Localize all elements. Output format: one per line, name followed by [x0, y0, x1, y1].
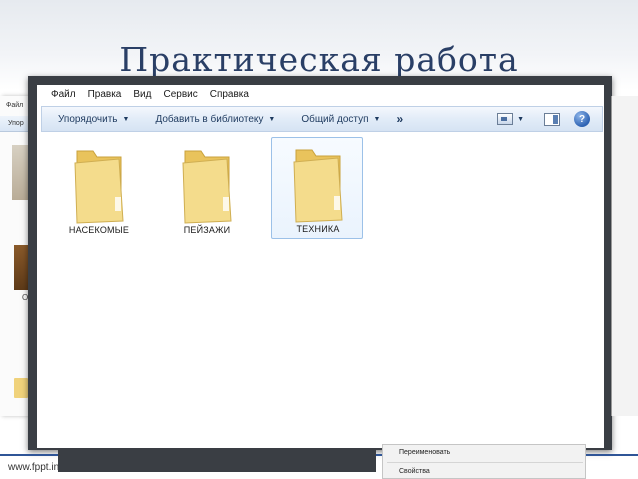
folder-icon: [182, 150, 232, 224]
background-thumbnail: [12, 145, 28, 200]
context-menu: Переименовать Свойства: [382, 444, 586, 479]
folder-item-technics[interactable]: ТЕХНИКА: [271, 137, 363, 239]
chevron-down-icon: ▼: [122, 115, 130, 123]
more-commands-button[interactable]: »: [396, 112, 403, 126]
menu-file[interactable]: Файл: [51, 89, 76, 101]
taskbar-fragment: [58, 450, 376, 472]
share-button[interactable]: Общий доступ ▼: [301, 114, 380, 125]
share-label: Общий доступ: [301, 113, 369, 125]
menu-view[interactable]: Вид: [133, 89, 151, 101]
help-icon[interactable]: ?: [574, 111, 590, 127]
organize-label: Упорядочить: [58, 113, 118, 125]
slide-footer-text: www.fppt.in: [8, 462, 60, 473]
background-window-edge: [611, 96, 638, 416]
slide-title: Практическая работа: [119, 40, 519, 79]
background-folder-icon: [14, 378, 28, 398]
folder-item-landscapes[interactable]: ПЕЙЗАЖИ: [161, 139, 253, 239]
chevron-down-icon[interactable]: ▼: [517, 116, 524, 123]
menu-edit[interactable]: Правка: [88, 89, 122, 101]
add-to-library-label: Добавить в библиотеку: [155, 113, 264, 125]
folder-item-insects[interactable]: НАСЕКОМЫЕ: [53, 139, 145, 239]
menu-tools[interactable]: Сервис: [163, 89, 197, 101]
view-icon[interactable]: [497, 113, 514, 125]
add-to-library-button[interactable]: Добавить в библиотеку ▼: [155, 114, 275, 125]
menu-bar: Файл Правка Вид Сервис Справка: [37, 85, 604, 105]
view-controls: ▼ ?: [497, 111, 590, 127]
folder-icon: [74, 150, 124, 224]
chevron-down-icon: ▼: [268, 115, 276, 123]
organize-button[interactable]: Упорядочить ▼: [58, 114, 129, 125]
folder-label: ТЕХНИКА: [296, 224, 340, 234]
folder-label: ПЕЙЗАЖИ: [183, 225, 231, 235]
context-menu-rename[interactable]: Переименовать: [399, 449, 450, 456]
command-bar: Упорядочить ▼ Добавить в библиотеку ▼ Об…: [41, 106, 603, 132]
chevron-down-icon: ▼: [373, 115, 381, 123]
folder-icon: [293, 149, 343, 223]
context-menu-properties[interactable]: Свойства: [399, 468, 430, 475]
preview-pane-icon[interactable]: [544, 112, 560, 126]
context-menu-separator: [387, 462, 583, 463]
explorer-window: Файл Правка Вид Сервис Справка Упорядочи…: [37, 85, 604, 448]
file-list-area: НАСЕКОМЫЕ ПЕЙЗАЖИ ТЕХНИКА: [41, 133, 603, 448]
folder-label: НАСЕКОМЫЕ: [68, 225, 130, 235]
menu-help[interactable]: Справка: [210, 89, 249, 101]
